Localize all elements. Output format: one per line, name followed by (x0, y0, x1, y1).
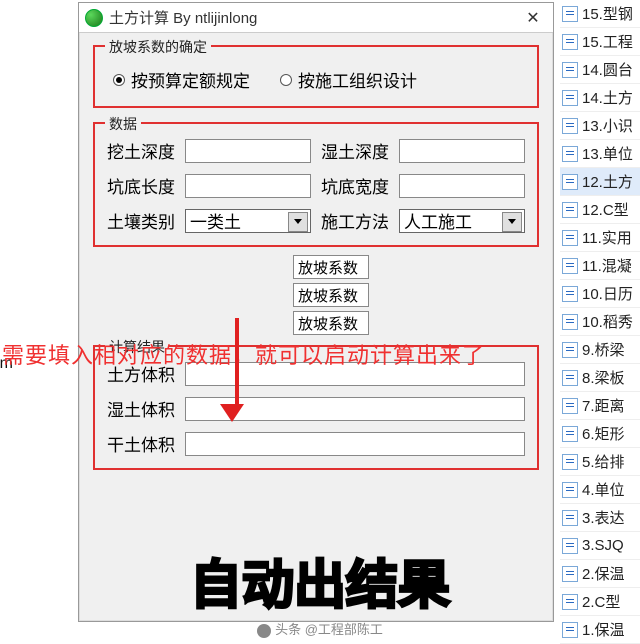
doc-icon (562, 230, 578, 246)
app-icon (85, 9, 103, 27)
doc-icon (562, 398, 578, 414)
doc-icon (562, 62, 578, 78)
doc-icon (562, 174, 578, 190)
list-item[interactable]: 6.矩形 (560, 420, 640, 448)
method-select[interactable]: 人工施工 (399, 209, 525, 233)
pit-width-input[interactable] (399, 174, 525, 198)
wet-vol-output (185, 397, 525, 421)
dig-depth-input[interactable] (185, 139, 311, 163)
doc-icon (562, 146, 578, 162)
radio-icon (113, 74, 125, 86)
doc-icon (562, 6, 578, 22)
doc-icon (562, 90, 578, 106)
coef-box: 放坡系数 (293, 255, 369, 279)
pit-length-label: 坑底长度 (107, 173, 175, 198)
list-item[interactable]: 14.圆台 (560, 56, 640, 84)
doc-icon (562, 454, 578, 470)
doc-icon (562, 34, 578, 50)
doc-icon (562, 426, 578, 442)
doc-icon (562, 202, 578, 218)
radio-construction[interactable]: 按施工组织设计 (280, 67, 417, 92)
list-item[interactable]: 11.实用 (560, 224, 640, 252)
list-item[interactable]: 13.小识 (560, 112, 640, 140)
doc-icon (562, 482, 578, 498)
coef-display: 放坡系数 放坡系数 放坡系数 (93, 255, 539, 335)
pit-length-input[interactable] (185, 174, 311, 198)
list-item[interactable]: 15.工程 (560, 28, 640, 56)
list-item[interactable]: 7.距离 (560, 392, 640, 420)
close-button[interactable]: ✕ (519, 7, 547, 29)
source-attribution: 头条 @工程部陈工 (0, 619, 640, 638)
slope-legend: 放坡系数的确定 (105, 37, 211, 57)
list-item[interactable]: 13.单位 (560, 140, 640, 168)
list-item[interactable]: 12.土方 (560, 168, 640, 196)
list-item[interactable]: 11.混凝 (560, 252, 640, 280)
soil-type-select[interactable]: 一类土 (185, 209, 311, 233)
list-item[interactable]: 3.表达 (560, 504, 640, 532)
list-item[interactable]: 14.土方 (560, 84, 640, 112)
dry-vol-output (185, 432, 525, 456)
list-item[interactable]: 4.单位 (560, 476, 640, 504)
doc-icon (562, 314, 578, 330)
window-title: 土方计算 By ntlijinlong (109, 7, 257, 28)
slope-group: 放坡系数的确定 按预算定额规定 按施工组织设计 (93, 45, 539, 108)
titlebar[interactable]: 土方计算 By ntlijinlong ✕ (79, 3, 553, 33)
avatar-icon (257, 624, 271, 638)
data-group: 数据 挖土深度 湿土深度 坑底长度 坑底宽度 土壤类别 一类土 施工方法 人工施… (93, 122, 539, 247)
radio-budget[interactable]: 按预算定额规定 (113, 67, 250, 92)
dry-vol-label: 干土体积 (107, 431, 175, 456)
earthwork-dialog: 土方计算 By ntlijinlong ✕ 放坡系数的确定 按预算定额规定 按施… (78, 2, 554, 622)
doc-icon (562, 258, 578, 274)
data-legend: 数据 (105, 114, 141, 134)
doc-icon (562, 370, 578, 386)
coef-box: 放坡系数 (293, 311, 369, 335)
doc-icon (562, 118, 578, 134)
soil-type-label: 土壤类别 (107, 208, 175, 233)
wet-depth-input[interactable] (399, 139, 525, 163)
wet-vol-label: 湿土体积 (107, 396, 175, 421)
annotation-text: 需要填入相对应的数据，就可以启动计算出来了 (0, 338, 640, 370)
doc-icon (562, 286, 578, 302)
doc-icon (562, 510, 578, 526)
radio-icon (280, 74, 292, 86)
list-item[interactable]: 5.给排 (560, 448, 640, 476)
list-item[interactable]: 10.稻秀 (560, 308, 640, 336)
method-label: 施工方法 (321, 208, 389, 233)
wet-depth-label: 湿土深度 (321, 138, 389, 163)
coef-box: 放坡系数 (293, 283, 369, 307)
pit-width-label: 坑底宽度 (321, 173, 389, 198)
list-item[interactable]: 10.日历 (560, 280, 640, 308)
big-caption: 自动出结果 (0, 543, 640, 618)
list-item[interactable]: 15.型钢 (560, 0, 640, 28)
dig-depth-label: 挖土深度 (107, 138, 175, 163)
list-item[interactable]: 12.C型 (560, 196, 640, 224)
